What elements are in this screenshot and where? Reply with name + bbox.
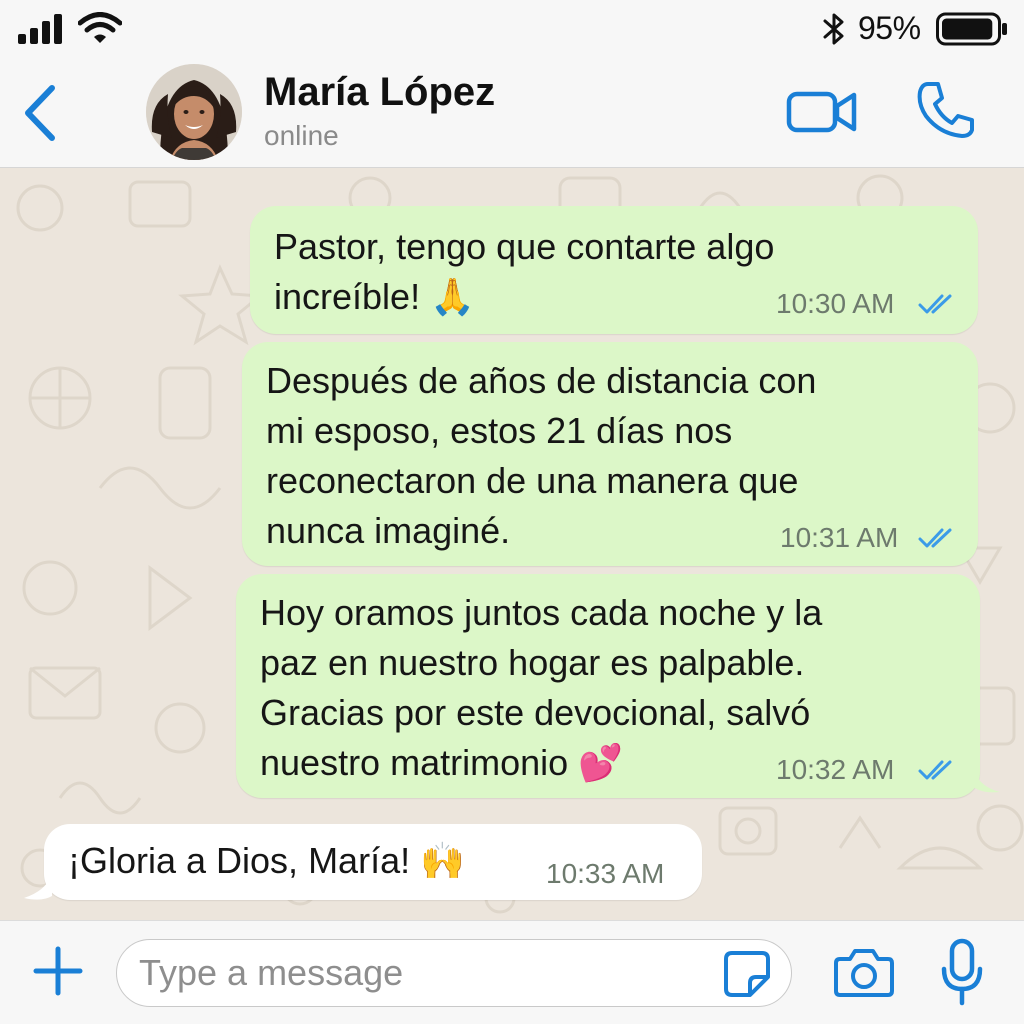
- message-time: 10:33 AM: [546, 858, 665, 889]
- plus-icon[interactable]: [32, 945, 84, 997]
- message-text: Hoy oramos juntos cada noche y la paz en…: [260, 592, 823, 783]
- contact-name[interactable]: María López: [264, 70, 495, 115]
- camera-icon[interactable]: [834, 947, 894, 999]
- message-time: 10:32 AM: [776, 754, 895, 785]
- read-receipt-icon: [918, 294, 952, 314]
- message-time: 10:30 AM: [776, 288, 895, 319]
- bluetooth-icon: [823, 13, 844, 45]
- chat-area[interactable]: Pastor, tengo que contarte algo increíbl…: [0, 168, 1024, 920]
- message-bubble-outgoing[interactable]: Después de años de distancia con mi espo…: [242, 342, 978, 566]
- phone-call-icon[interactable]: [914, 78, 978, 142]
- contact-status: online: [264, 120, 339, 151]
- video-call-icon[interactable]: [786, 86, 858, 136]
- sticker-icon[interactable]: [722, 949, 772, 999]
- message-bubble-outgoing[interactable]: Pastor, tengo que contarte algo increíbl…: [250, 206, 978, 334]
- battery-percent: 95%: [858, 10, 921, 46]
- bubble-tail: [24, 872, 52, 900]
- avatar[interactable]: [146, 64, 242, 160]
- message-text: Después de años de distancia con mi espo…: [266, 360, 817, 551]
- chat-header: María López online: [0, 58, 1024, 168]
- back-chevron-icon[interactable]: [18, 84, 62, 142]
- battery-icon: [936, 12, 1007, 46]
- message-bubble-incoming[interactable]: ¡Gloria a Dios, María! 🙌 10:33 AM: [44, 824, 702, 900]
- message-bubble-outgoing[interactable]: Hoy oramos juntos cada noche y la paz en…: [236, 574, 980, 798]
- message-text: ¡Gloria a Dios, María! 🙌: [68, 840, 465, 881]
- composer-bar: [0, 920, 1024, 1024]
- message-time: 10:31 AM: [780, 522, 899, 553]
- signal-icon: [18, 14, 62, 44]
- avatar-portrait: [146, 64, 242, 160]
- microphone-icon[interactable]: [938, 937, 986, 1009]
- message-input[interactable]: [116, 939, 792, 1007]
- status-bar: 95%: [0, 0, 1024, 58]
- message-text: Pastor, tengo que contarte algo increíbl…: [274, 226, 775, 317]
- read-receipt-icon: [918, 528, 952, 548]
- bubble-tail: [972, 764, 1000, 793]
- wifi-icon: [78, 12, 122, 43]
- read-receipt-icon: [918, 760, 952, 780]
